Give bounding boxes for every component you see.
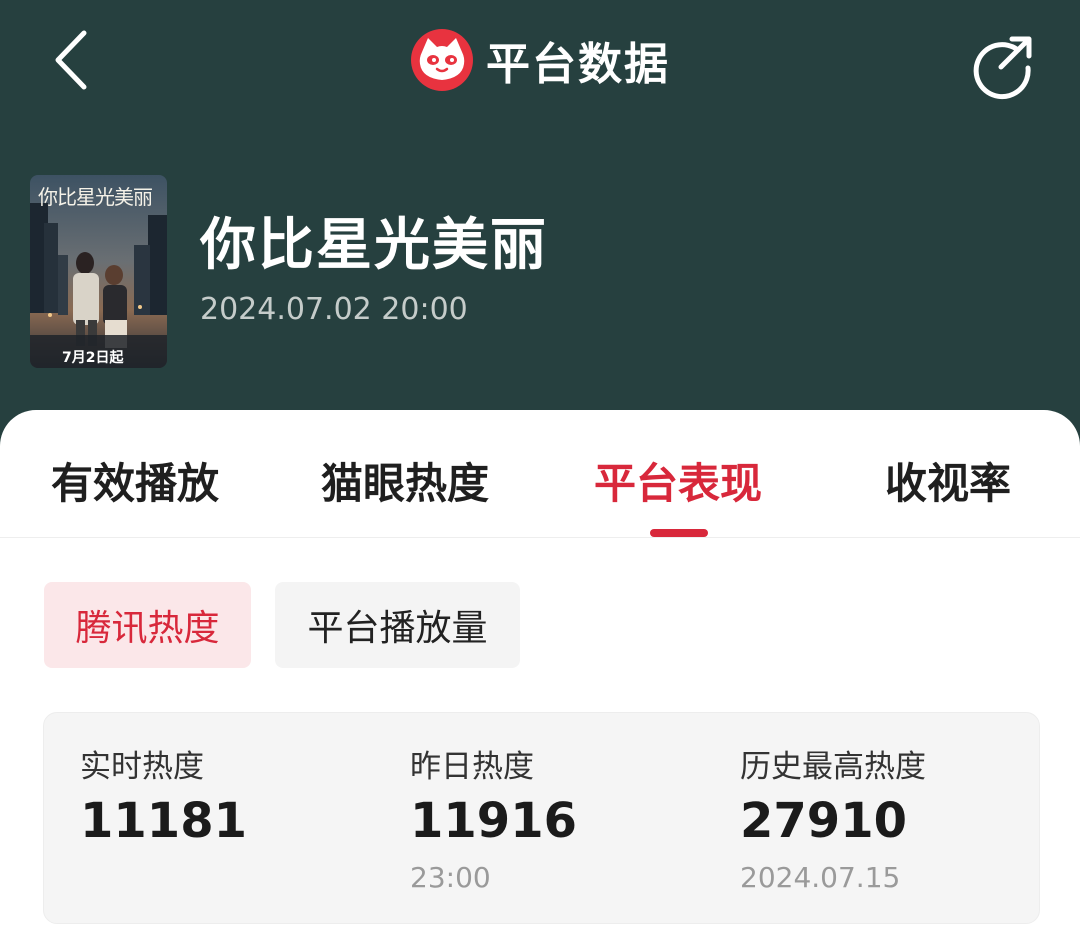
active-tab-indicator: [650, 529, 708, 537]
chevron-left-icon: [55, 30, 87, 90]
stat-label: 昨日热度: [410, 749, 534, 785]
subtab-tencent-heat[interactable]: 腾讯热度: [44, 582, 251, 668]
stat-realtime-heat: 实时热度 11181: [80, 713, 400, 925]
cat-logo-icon: [411, 29, 473, 91]
stat-sub: 23:00: [410, 861, 491, 894]
back-button[interactable]: [40, 25, 110, 95]
stat-value: 11181: [80, 793, 247, 849]
tab-bar: 有效播放 猫眼热度 平台表现 收视率: [0, 410, 1080, 538]
tab-effective-plays[interactable]: 有效播放: [15, 450, 255, 510]
stat-value: 27910: [740, 793, 907, 849]
tab-ratings[interactable]: 收视率: [828, 450, 1068, 510]
drama-air-time: 2024.07.02 20:00: [200, 292, 468, 327]
stat-sub: 2024.07.15: [740, 861, 901, 894]
stat-value: 11916: [410, 793, 577, 849]
poster-title: 你比星光美丽: [38, 185, 153, 209]
drama-poster[interactable]: 你比星光美丽 7月2日起: [30, 175, 167, 368]
data-card: 有效播放 猫眼热度 平台表现 收视率 腾讯热度 平台播放量 实时热度 11181…: [0, 410, 1080, 930]
tab-maoyan-heat[interactable]: 猫眼热度: [285, 450, 525, 510]
nav-title-group: 平台数据: [410, 25, 670, 95]
stats-panel: 实时热度 11181 昨日热度 11916 23:00 历史最高热度 27910…: [43, 712, 1040, 924]
stat-label: 实时热度: [80, 749, 204, 785]
stat-history-peak-heat: 历史最高热度 27910 2024.07.15: [740, 713, 1060, 925]
subtab-platform-plays[interactable]: 平台播放量: [275, 582, 520, 668]
tab-platform-performance[interactable]: 平台表现: [558, 450, 798, 510]
page-header: 平台数据 你比星光美丽 7月2日起 你比星光美丽 2024.07.02 20:0…: [0, 0, 1080, 450]
stat-yesterday-heat: 昨日热度 11916 23:00: [410, 713, 730, 925]
poster-date: 7月2日起: [62, 350, 124, 366]
stat-label: 历史最高热度: [740, 749, 926, 785]
share-button[interactable]: [968, 30, 1038, 100]
share-icon: [973, 36, 1032, 100]
drama-title: 你比星光美丽: [200, 213, 548, 278]
page-title: 平台数据: [486, 39, 670, 90]
nav-bar: 平台数据: [0, 0, 1080, 120]
